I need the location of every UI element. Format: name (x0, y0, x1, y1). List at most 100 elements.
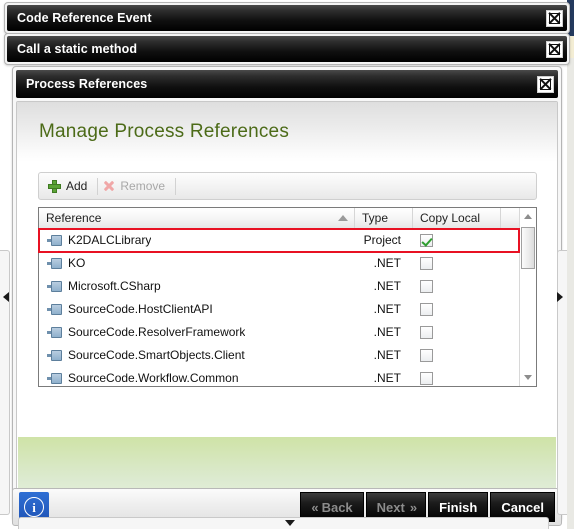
close-icon-frame (540, 78, 551, 90)
close-icon[interactable] (546, 9, 563, 27)
assembly-icon (47, 326, 62, 338)
scrollbar-track[interactable] (520, 225, 536, 369)
grid-header-row: Reference Type Copy Local (39, 208, 519, 229)
copy-local-checkbox[interactable] (420, 302, 433, 316)
finish-button-label: Finish (439, 499, 478, 515)
chevron-right-double-icon: » (409, 499, 417, 515)
reference-name: KO (68, 256, 86, 270)
add-button[interactable]: Add (46, 175, 94, 197)
cell-reference: SourceCode.HostClientAPI (39, 302, 355, 316)
collapse-right-arrow-icon[interactable] (557, 292, 563, 302)
table-row[interactable]: SourceCode.ResolverFramework .NET (39, 321, 519, 344)
dialog-body: Manage Process References Add Remove Ref… (16, 101, 558, 516)
next-button-label: Next (376, 499, 405, 515)
close-icon-frame (549, 43, 560, 55)
copy-local-checkbox[interactable] (420, 348, 433, 362)
cell-type: Project (363, 233, 401, 247)
references-grid: Reference Type Copy Local K2DALCLibrary P… (38, 207, 537, 390)
copy-local-checkbox[interactable] (420, 279, 433, 293)
column-header-filler (501, 208, 519, 228)
plus-icon (48, 179, 61, 193)
column-header-type[interactable]: Type (355, 208, 413, 228)
table-row[interactable]: K2DALCLibrary Project (38, 228, 520, 253)
window-process-references: Process References Manage Process Refere… (12, 66, 562, 521)
cell-copy-local (413, 256, 501, 270)
cell-copy-local (413, 348, 501, 362)
cell-reference: K2DALCLibrary (39, 233, 355, 247)
window-call-a-static-method: Call a static method (4, 33, 570, 65)
chevron-left-double-icon: « (311, 499, 318, 515)
assembly-icon (47, 303, 62, 315)
column-header-copy-local[interactable]: Copy Local (413, 208, 501, 228)
titlebar-call-a-static-method: Call a static method (7, 36, 567, 62)
table-row[interactable]: SourceCode.SmartObjects.Client .NET (39, 344, 519, 367)
table-row[interactable]: SourceCode.HostClientAPI .NET (39, 298, 519, 321)
cell-type: .NET (373, 256, 401, 270)
copy-local-checkbox[interactable] (420, 233, 433, 247)
copy-local-checkbox[interactable] (420, 371, 433, 385)
close-icon[interactable] (537, 75, 554, 93)
window-code-reference-event: Code Reference Event (4, 2, 570, 34)
cell-copy-local (413, 233, 501, 247)
grid-toolbar: Add Remove (38, 172, 537, 200)
reference-name: Microsoft.CSharp (68, 279, 161, 293)
cell-reference: SourceCode.ResolverFramework (39, 325, 355, 339)
cell-type: .NET (373, 279, 401, 293)
screen: Code Reference Event Call a static metho… (0, 0, 574, 529)
scroll-up-button[interactable] (520, 208, 536, 225)
window-title-call-a-static-method: Call a static method (17, 42, 138, 56)
cell-type: .NET (373, 371, 401, 385)
column-header-copy-local-label: Copy Local (420, 211, 481, 225)
column-header-reference-label: Reference (46, 211, 102, 225)
cell-reference: SourceCode.Workflow.Common (39, 371, 355, 385)
copy-local-checkbox[interactable] (420, 256, 433, 270)
toolbar-separator (97, 177, 99, 195)
collapse-bottom-arrow-icon[interactable] (285, 520, 295, 526)
assembly-icon (47, 280, 62, 292)
cell-copy-local (413, 325, 501, 339)
collapse-left-arrow-icon[interactable] (3, 292, 9, 302)
scroll-down-button[interactable] (520, 369, 536, 386)
titlebar-process-references: Process References (16, 70, 558, 98)
assembly-icon (47, 349, 62, 361)
right-panel-rail (557, 250, 567, 515)
reference-name: SourceCode.SmartObjects.Client (68, 348, 245, 362)
cell-type: .NET (373, 325, 401, 339)
remove-x-icon (103, 180, 115, 192)
close-icon-frame (549, 12, 560, 24)
cell-type: .NET (373, 348, 401, 362)
remove-button[interactable]: Remove (101, 175, 172, 197)
copy-local-checkbox[interactable] (420, 325, 433, 339)
back-button-label: Back (321, 499, 353, 515)
cell-type: .NET (373, 302, 401, 316)
left-panel-rail (0, 250, 10, 515)
table-row[interactable]: SourceCode.Workflow.Common .NET (39, 367, 519, 390)
assembly-icon (47, 257, 62, 269)
remove-button-label: Remove (120, 179, 166, 193)
cell-copy-local (413, 302, 501, 316)
table-row[interactable]: KO .NET (39, 252, 519, 275)
reference-name: SourceCode.ResolverFramework (68, 325, 246, 339)
scrollbar-thumb[interactable] (521, 227, 535, 269)
references-grid-main: Reference Type Copy Local K2DALCLibrary P… (38, 208, 520, 390)
background-window-grey-strip (567, 58, 574, 529)
cell-copy-local (413, 279, 501, 293)
bottom-panel-rail (18, 517, 549, 529)
window-title-code-reference-event: Code Reference Event (17, 11, 152, 25)
cell-reference: SourceCode.SmartObjects.Client (39, 348, 355, 362)
table-row[interactable]: Microsoft.CSharp .NET (39, 275, 519, 298)
column-header-type-label: Type (362, 211, 389, 225)
column-header-reference[interactable]: Reference (39, 208, 355, 228)
page-title: Manage Process References (39, 121, 290, 142)
chevron-up-icon (524, 214, 532, 219)
cancel-button-label: Cancel (501, 499, 544, 515)
grid-rows: K2DALCLibrary Project KO .NET Microsoft.CSha… (38, 228, 520, 390)
chevron-down-icon (524, 375, 532, 380)
cell-copy-local (413, 371, 501, 385)
assembly-icon (47, 372, 62, 384)
close-icon[interactable] (546, 40, 563, 58)
grid-vertical-scrollbar[interactable] (519, 208, 536, 386)
sort-ascending-icon (338, 215, 348, 221)
dialog-header: Manage Process References (17, 102, 557, 162)
info-icon: i (24, 497, 44, 517)
